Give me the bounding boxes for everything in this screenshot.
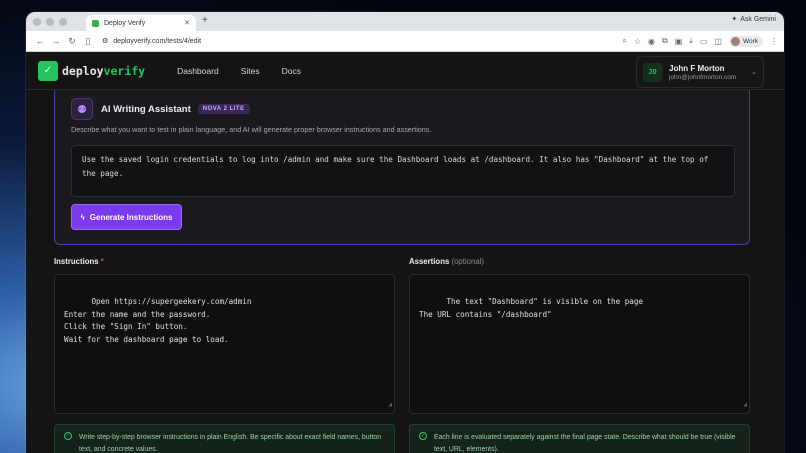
ask-gemini-button[interactable]: ✦ Ask Gemini <box>731 15 776 24</box>
assertions-label-text: Assertions <box>409 257 450 266</box>
ai-assistant-description: Describe what you want to test in plain … <box>71 125 432 134</box>
user-menu[interactable]: JO John F Morton john@johnfmorton.com ⌄ <box>636 56 764 88</box>
main-content: ⚉ AI Writing Assistant NOVA 2 LITE Descr… <box>26 90 784 453</box>
sparkle-icon: ✦ <box>731 16 738 23</box>
extension-icon[interactable]: ◉ <box>648 37 655 46</box>
required-mark: * <box>100 257 104 266</box>
lightning-icon: ϟ <box>80 212 85 222</box>
forward-icon[interactable]: → <box>48 36 64 46</box>
menu-icon[interactable]: ⋮ <box>770 37 778 46</box>
instructions-hint-text: Write step-by-step browser instructions … <box>79 434 382 453</box>
optional-mark: (optional) <box>451 257 484 266</box>
model-badge: NOVA 2 LITE <box>197 104 250 114</box>
tab-bar: Deploy Verify ✕ + ✦ Ask Gemini <box>26 12 784 31</box>
logo-check-icon[interactable]: ✓ <box>38 60 58 81</box>
bookmark-star-icon[interactable]: ☆ <box>634 37 641 46</box>
window-controls <box>33 17 67 26</box>
brand-name[interactable]: deployverify <box>62 64 145 78</box>
tab-title: Deploy Verify <box>104 19 146 27</box>
instructions-value: Open https://supergeekery.com/admin Ente… <box>64 296 252 345</box>
sidebar-icon[interactable]: ▯ <box>80 36 96 47</box>
screenshot-icon[interactable]: ⧉ <box>662 36 668 46</box>
favicon-icon <box>92 19 99 27</box>
assertions-textarea[interactable]: The text "Dashboard" is visible on the p… <box>409 274 750 414</box>
generate-instructions-button[interactable]: ϟ Generate Instructions <box>71 204 182 230</box>
app-header: ✓ deployverify Dashboard Sites Docs JO J… <box>26 52 784 90</box>
ai-prompt-textarea[interactable]: Use the saved login credentials to log i… <box>71 145 735 197</box>
assertions-hint: ✓ Each line is evaluated separately agai… <box>409 424 750 453</box>
ai-assistant-panel: ⚉ AI Writing Assistant NOVA 2 LITE Descr… <box>54 90 750 245</box>
profile-avatar <box>730 36 740 46</box>
instructions-label: Instructions * <box>54 257 104 266</box>
ai-assistant-header: ⚉ AI Writing Assistant NOVA 2 LITE <box>71 98 250 120</box>
robot-icon: ⚉ <box>71 98 93 120</box>
minimize-window-button[interactable] <box>46 17 54 26</box>
browser-toolbar: ← → ↻ ▯ ⚙ deployverify.com/tests/4/edit … <box>26 31 784 52</box>
assertions-label: Assertions (optional) <box>409 257 484 266</box>
puzzle-icon[interactable]: ▣ <box>675 37 683 46</box>
new-tab-button[interactable]: + <box>202 15 208 26</box>
address-bar[interactable]: ⚙ deployverify.com/tests/4/edit <box>102 37 622 46</box>
browser-tab[interactable]: Deploy Verify ✕ <box>86 15 196 31</box>
generate-instructions-label: Generate Instructions <box>89 212 173 222</box>
reload-icon[interactable]: ↻ <box>64 36 80 47</box>
check-circle-icon: ✓ <box>419 432 427 440</box>
resize-handle-icon[interactable]: ◢ <box>388 399 392 412</box>
zoom-icon[interactable]: ⌕ <box>622 36 626 46</box>
ask-gemini-label: Ask Gemini <box>740 15 776 23</box>
maximize-window-button[interactable] <box>59 17 67 26</box>
profile-button[interactable]: Work <box>728 35 763 47</box>
user-name: John F Morton <box>669 63 725 73</box>
chevron-down-icon: ⌄ <box>751 69 757 76</box>
user-info: John F Morton john@johnfmorton.com <box>669 64 751 81</box>
resize-handle-icon[interactable]: ◢ <box>743 399 747 412</box>
nav-dashboard[interactable]: Dashboard <box>177 66 219 76</box>
instructions-textarea[interactable]: Open https://supergeekery.com/admin Ente… <box>54 274 395 414</box>
browser-window: Deploy Verify ✕ + ✦ Ask Gemini ← → ↻ ▯ ⚙… <box>26 12 784 453</box>
assertions-value: The text "Dashboard" is visible on the p… <box>419 296 644 319</box>
brand-part2: verify <box>103 63 146 78</box>
site-info-icon[interactable]: ⚙ <box>102 37 108 45</box>
profile-label: Work <box>742 37 758 45</box>
assertions-hint-text: Each line is evaluated separately agains… <box>434 434 736 453</box>
ai-assistant-title: AI Writing Assistant <box>101 103 191 115</box>
instructions-label-text: Instructions <box>54 257 99 266</box>
url-text: deployverify.com/tests/4/edit <box>113 37 202 45</box>
nav-docs[interactable]: Docs <box>282 66 301 76</box>
browser-tools: ⌕ ☆ ◉ ⧉ ▣ ⤓ ▭ ◫ Work ⋮ <box>622 35 778 47</box>
close-window-button[interactable] <box>33 17 41 26</box>
back-icon[interactable]: ← <box>32 36 48 46</box>
user-email: john@johnfmorton.com <box>669 73 737 81</box>
cast-icon[interactable]: ▭ <box>700 37 708 46</box>
brand-part1: deploy <box>62 63 104 78</box>
check-circle-icon: ✓ <box>64 432 72 440</box>
main-nav: Dashboard Sites Docs <box>177 66 301 76</box>
instructions-hint: ✓ Write step-by-step browser instruction… <box>54 424 395 453</box>
tab-close-icon[interactable]: ✕ <box>184 19 190 27</box>
download-icon[interactable]: ⤓ <box>689 36 693 46</box>
split-view-icon[interactable]: ◫ <box>714 37 722 46</box>
user-avatar: JO <box>643 62 662 82</box>
nav-sites[interactable]: Sites <box>241 66 260 76</box>
